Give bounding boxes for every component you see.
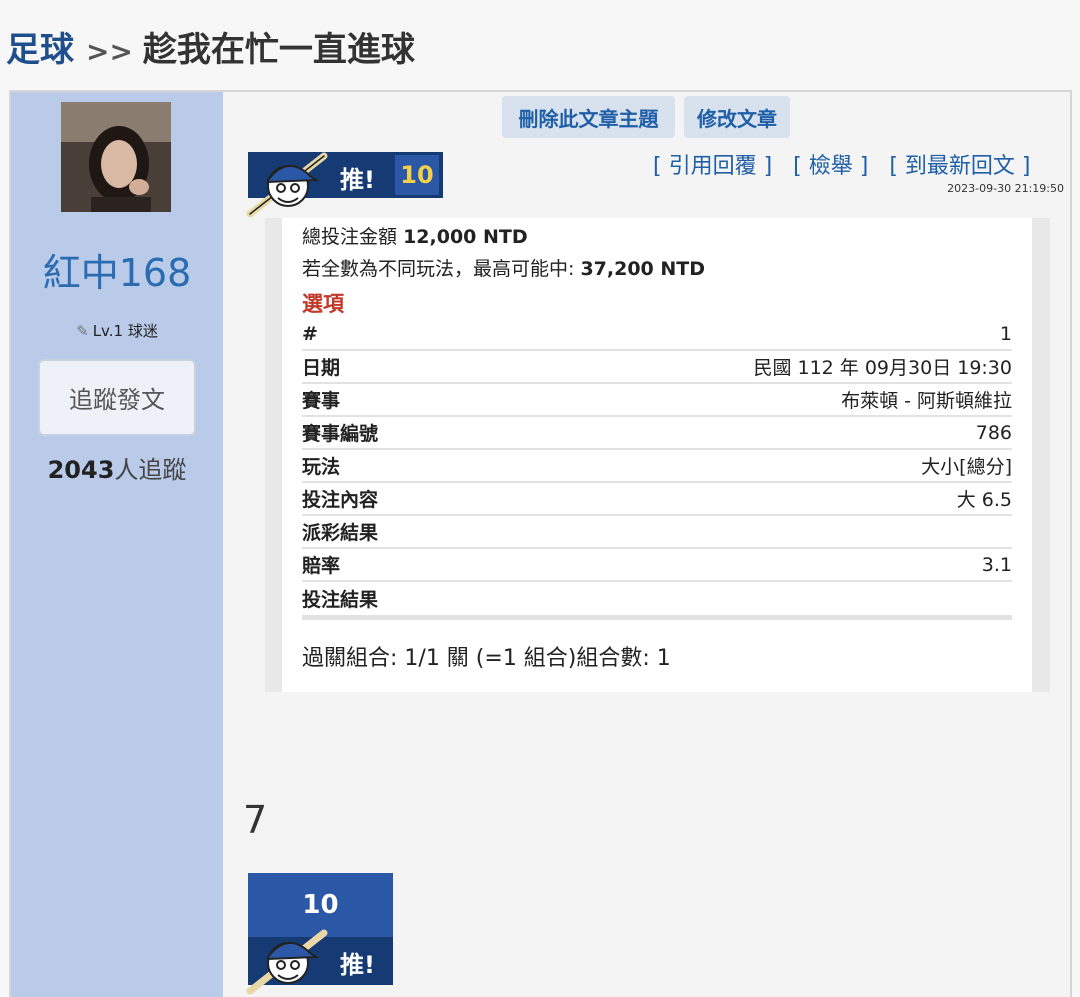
row-key: 投注結果 bbox=[302, 589, 379, 611]
follow-posts-button[interactable]: 追蹤發文 bbox=[38, 359, 196, 436]
max-win-value: 37,200 NTD bbox=[580, 258, 706, 280]
row-value: 1 bbox=[999, 322, 1012, 345]
post-body: 刪除此文章主題 修改文章 推! 10 [ 引用回覆 ] [ 檢舉 ] [ 到最新… bbox=[223, 92, 1072, 997]
report-link[interactable]: [ 檢舉 ] bbox=[793, 154, 868, 179]
row-value: 786 bbox=[975, 421, 1012, 444]
row-key: 賽事編號 bbox=[302, 423, 379, 445]
table-row: 投注內容 大 6.5 bbox=[302, 483, 1012, 516]
row-key: 玩法 bbox=[302, 456, 341, 478]
push-button[interactable]: 推! 10 bbox=[246, 152, 443, 218]
post-links: [ 引用回覆 ] [ 檢舉 ] [ 到最新回文 ] bbox=[653, 148, 1044, 180]
baseball-mascot-icon bbox=[246, 929, 328, 995]
table-row: 派彩結果 bbox=[302, 516, 1012, 549]
delete-topic-button[interactable]: 刪除此文章主題 bbox=[502, 96, 675, 138]
avatar[interactable] bbox=[61, 102, 171, 212]
author-level: ✎ Lv.1 球迷 bbox=[11, 320, 223, 341]
row-key: # bbox=[302, 322, 318, 345]
breadcrumb-section-link[interactable]: 足球 bbox=[6, 30, 74, 70]
post-floor-number: 7 bbox=[243, 798, 268, 842]
row-value: 3.1 bbox=[981, 553, 1012, 576]
page-title: 趁我在忙一直進球 bbox=[142, 30, 415, 70]
row-key: 投注內容 bbox=[302, 489, 379, 511]
breadcrumb-separator: >> bbox=[86, 35, 133, 68]
push-label-large: 推! bbox=[340, 951, 375, 979]
author-level-label: Lv.1 球迷 bbox=[92, 322, 158, 340]
table-row: 日期 民國 112 年 09月30日 19:30 bbox=[302, 351, 1012, 384]
breadcrumb: 足球 >> 趁我在忙一直進球 bbox=[6, 22, 415, 71]
row-value: 布萊頓 - 阿斯頓維拉 bbox=[841, 390, 1012, 412]
table-row: #1 bbox=[302, 318, 1012, 351]
follower-count-suffix: 人追蹤 bbox=[114, 456, 187, 484]
row-key: 賠率 bbox=[302, 555, 341, 577]
pencil-icon: ✎ bbox=[76, 322, 89, 340]
push-label: 推! bbox=[340, 166, 375, 194]
table-bottom-rule bbox=[302, 615, 1012, 620]
total-bet-label: 總投注金額 bbox=[302, 226, 398, 248]
total-bet-line: 總投注金額 12,000 NTD bbox=[302, 222, 528, 249]
table-row: 玩法 大小[總分] bbox=[302, 450, 1012, 483]
push-count: 10 bbox=[395, 155, 439, 195]
edit-post-button[interactable]: 修改文章 bbox=[684, 96, 790, 138]
max-win-label: 若全數為不同玩法，最高可能中: bbox=[302, 258, 575, 280]
row-key: 日期 bbox=[302, 357, 341, 379]
bet-ticket: 總投注金額 12,000 NTD 若全數為不同玩法，最高可能中: 37,200 … bbox=[265, 218, 1050, 692]
baseball-mascot-icon bbox=[246, 152, 328, 218]
row-key: 賽事 bbox=[302, 390, 341, 412]
push-button-large[interactable]: 10 推! bbox=[246, 873, 393, 995]
table-row: 賽事編號 786 bbox=[302, 417, 1012, 450]
author-name[interactable]: 紅中168 bbox=[11, 242, 223, 297]
parlay-combination: 過關組合: 1/1 關 (=1 組合)組合數: 1 bbox=[302, 646, 671, 671]
follower-count: 2043人追蹤 bbox=[11, 450, 223, 485]
row-key: 派彩結果 bbox=[302, 522, 379, 544]
quote-reply-link[interactable]: [ 引用回覆 ] bbox=[653, 154, 772, 179]
follower-count-number: 2043 bbox=[47, 456, 115, 484]
row-value: 大 6.5 bbox=[956, 489, 1012, 511]
author-sidebar: 紅中168 ✎ Lv.1 球迷 追蹤發文 2043人追蹤 bbox=[11, 92, 223, 997]
bet-ticket-card: 總投注金額 12,000 NTD 若全數為不同玩法，最高可能中: 37,200 … bbox=[282, 218, 1032, 692]
bet-details-table: #1 日期 民國 112 年 09月30日 19:30 賽事 布萊頓 - 阿斯頓維拉… bbox=[302, 318, 1012, 620]
post-container: 紅中168 ✎ Lv.1 球迷 追蹤發文 2043人追蹤 刪除此文章主題 修改文章… bbox=[9, 90, 1072, 997]
row-value: 大小[總分] bbox=[921, 456, 1012, 478]
max-win-line: 若全數為不同玩法，最高可能中: 37,200 NTD bbox=[302, 254, 705, 281]
table-row: 賽事 布萊頓 - 阿斯頓維拉 bbox=[302, 384, 1012, 417]
post-timestamp: 2023-09-30 21:19:50 bbox=[947, 182, 1064, 195]
options-heading: 選項 bbox=[302, 292, 344, 316]
row-value: 民國 112 年 09月30日 19:30 bbox=[753, 357, 1012, 379]
table-row: 賠率 3.1 bbox=[302, 549, 1012, 582]
latest-reply-link[interactable]: [ 到最新回文 ] bbox=[889, 154, 1030, 179]
table-row: 投注結果 bbox=[302, 582, 1012, 615]
total-bet-value: 12,000 NTD bbox=[403, 226, 528, 248]
